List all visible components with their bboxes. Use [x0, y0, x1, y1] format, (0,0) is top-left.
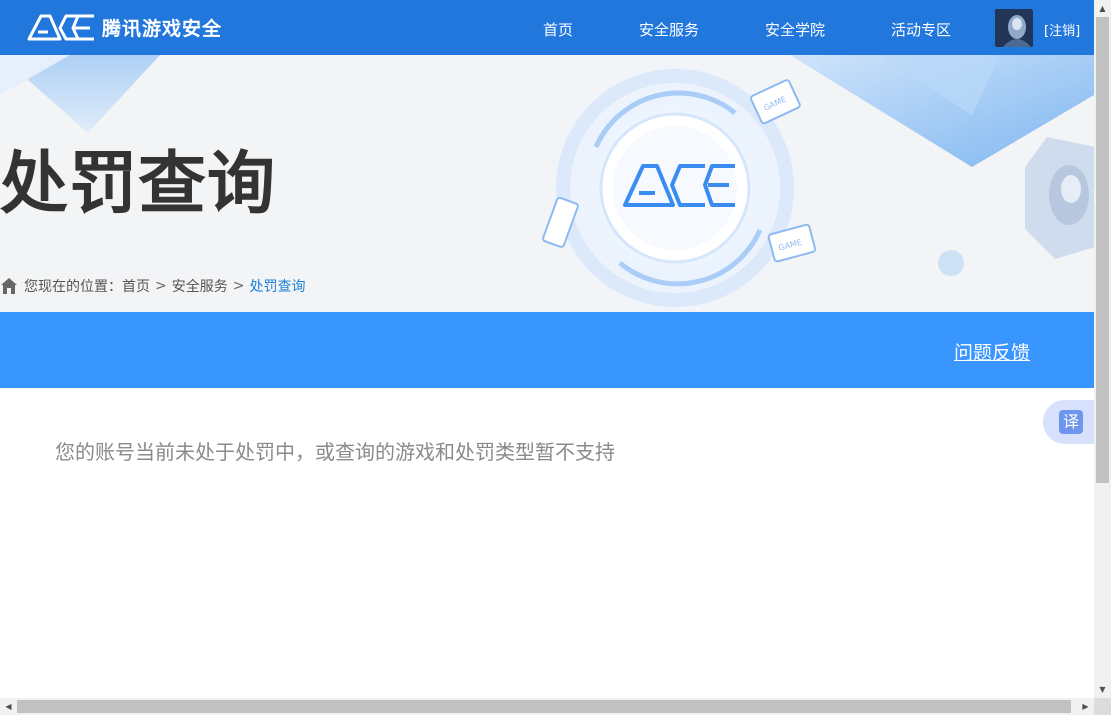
home-icon: [1, 278, 17, 294]
avatar-image-icon: [995, 9, 1033, 47]
ace-logo-icon: [27, 14, 94, 41]
breadcrumb: 您现在的位置： 首页 > 安全服务 > 处罚查询: [0, 276, 305, 296]
logout-link[interactable]: [注销]: [1044, 20, 1080, 39]
page: 腾讯游戏安全 首页 安全服务 安全学院 活动专区 [注销] GAME GAME …: [0, 0, 1094, 698]
scroll-down-arrow-icon[interactable]: ▼: [1094, 681, 1111, 698]
scroll-right-arrow-icon[interactable]: ▶: [1077, 698, 1094, 715]
breadcrumb-home[interactable]: 首页: [122, 276, 150, 296]
top-navbar: 腾讯游戏安全 首页 安全服务 安全学院 活动专区 [注销]: [0, 0, 1094, 55]
breadcrumb-separator: >: [155, 278, 167, 294]
feedback-link[interactable]: 问题反馈: [954, 338, 1030, 365]
nav-events[interactable]: 活动专区: [891, 19, 951, 40]
breadcrumb-security-services[interactable]: 安全服务: [172, 276, 228, 296]
scroll-left-arrow-icon[interactable]: ◀: [0, 698, 17, 715]
translate-icon: 译: [1059, 410, 1083, 434]
scrollbar-corner: [1094, 698, 1111, 715]
logo-text: 腾讯游戏安全: [102, 17, 223, 40]
vertical-scrollbar[interactable]: ▲ ▼: [1094, 0, 1111, 698]
breadcrumb-current: 处罚查询: [249, 279, 306, 295]
page-title: 处罚查询: [0, 145, 277, 224]
breadcrumb-separator: >: [232, 278, 245, 294]
feedback-bar: 问题反馈: [0, 312, 1094, 388]
site-logo[interactable]: 腾讯游戏安全: [26, 12, 222, 42]
horizontal-scroll-thumb[interactable]: [17, 700, 1071, 713]
hero-banner: GAME GAME 处罚查询 您现在的位置： 首页 > 安全服务 > 处罚查询: [0, 55, 1094, 312]
nav-security-services[interactable]: 安全服务: [639, 19, 699, 40]
translate-button[interactable]: 译: [1043, 400, 1094, 444]
vertical-scroll-thumb[interactable]: [1096, 17, 1109, 483]
result-message: 您的账号当前未处于处罚中，或查询的游戏和处罚类型暂不支持: [55, 440, 615, 464]
nav-home[interactable]: 首页: [543, 19, 573, 40]
breadcrumb-prefix: 您现在的位置：: [24, 279, 122, 295]
nav-security-academy[interactable]: 安全学院: [765, 19, 825, 40]
scroll-up-arrow-icon[interactable]: ▲: [1094, 0, 1111, 17]
user-avatar[interactable]: [995, 9, 1033, 47]
horizontal-scrollbar[interactable]: ◀ ▶: [0, 698, 1094, 715]
